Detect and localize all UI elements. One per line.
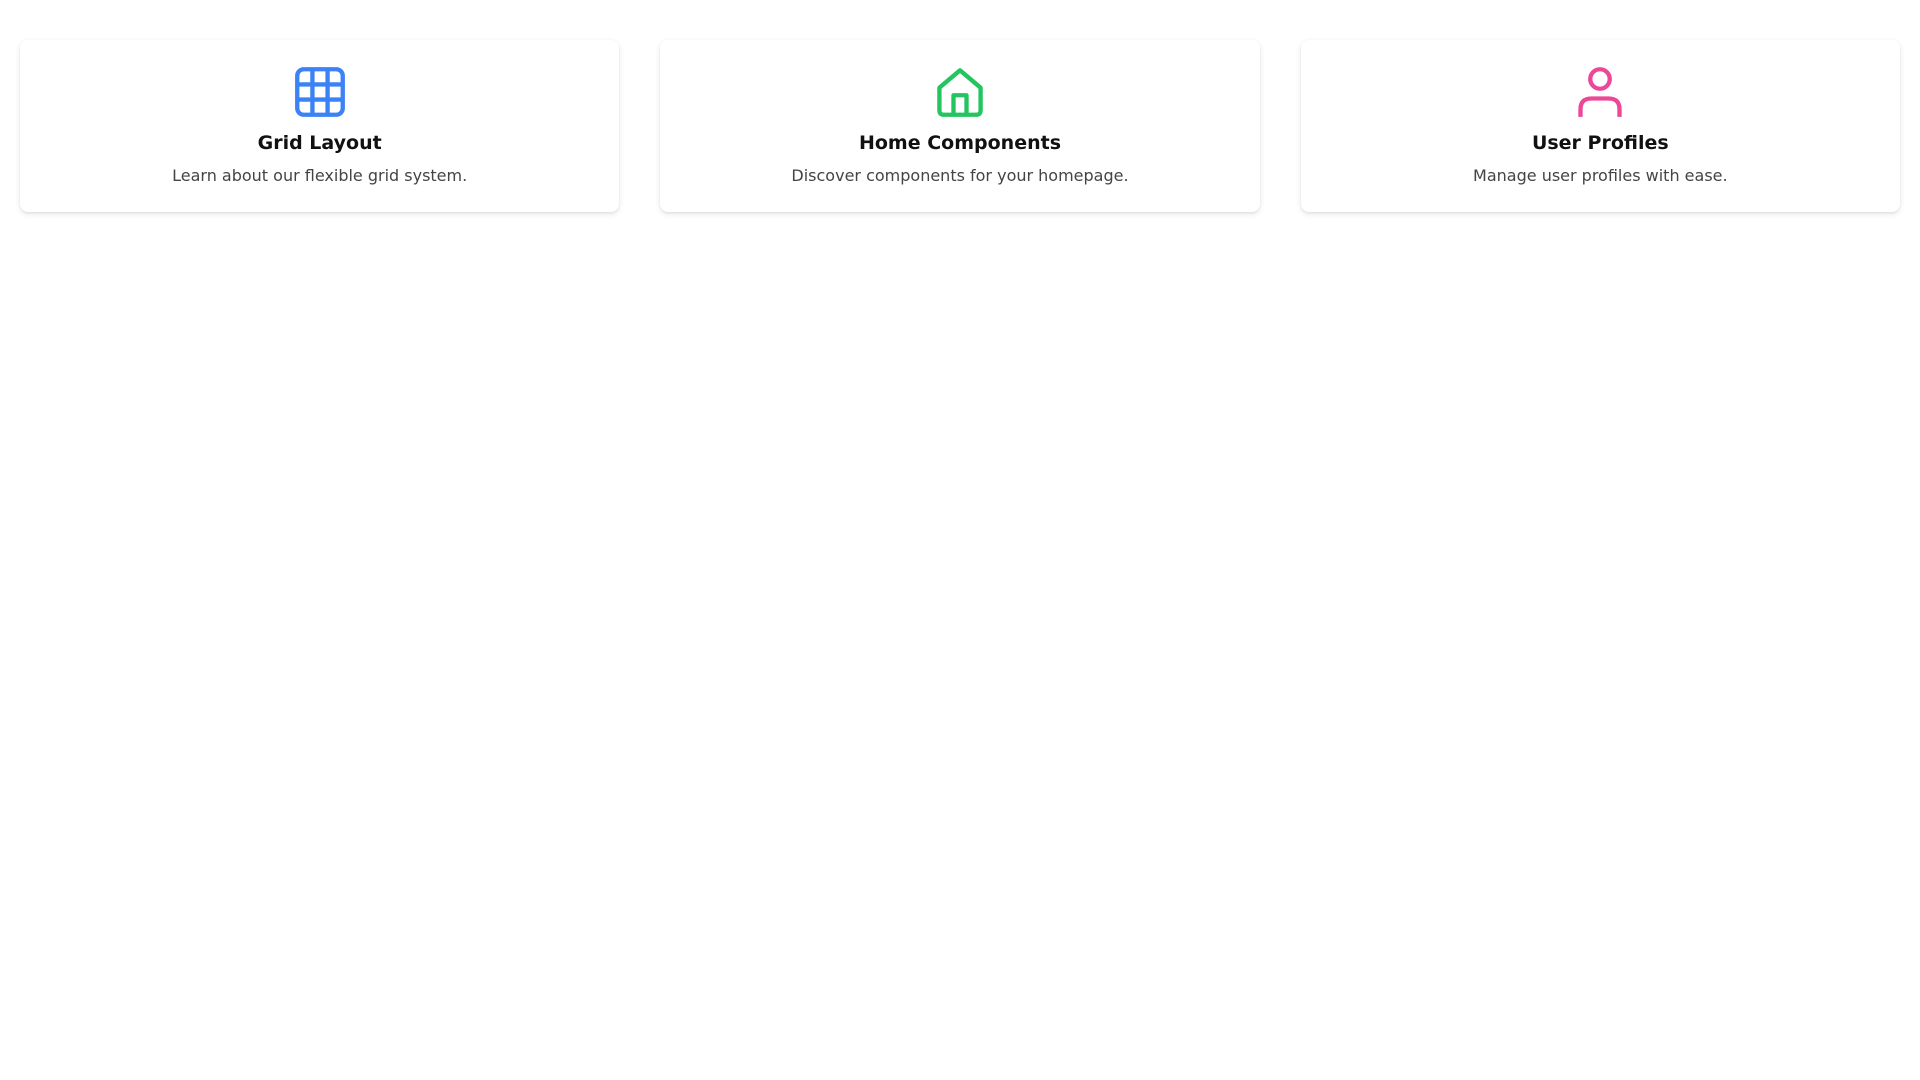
card-list: Grid Layout Learn about our flexible gri… (20, 40, 1900, 212)
card-grid-layout[interactable]: Grid Layout Learn about our flexible gri… (20, 40, 620, 212)
user-icon-svg (1578, 67, 1622, 117)
user-icon (1574, 66, 1626, 118)
card-title: User Profiles (1531, 132, 1669, 154)
card-title: Home Components (858, 132, 1062, 154)
card-title: Grid Layout (257, 132, 382, 154)
card-home-components[interactable]: Home Components Discover components for … (660, 40, 1260, 212)
card-description: Discover components for your homepage. (791, 166, 1129, 185)
card-user-profiles[interactable]: User Profiles Manage user profiles with … (1300, 40, 1900, 212)
grid-icon (294, 66, 346, 118)
page: Grid Layout Learn about our flexible gri… (0, 0, 1920, 1080)
home-icon-svg (937, 68, 983, 117)
card-description: Learn about our flexible grid system. (172, 166, 468, 185)
grid-icon-svg (294, 67, 345, 117)
home-icon (934, 66, 986, 118)
card-description: Manage user profiles with ease. (1473, 166, 1728, 185)
